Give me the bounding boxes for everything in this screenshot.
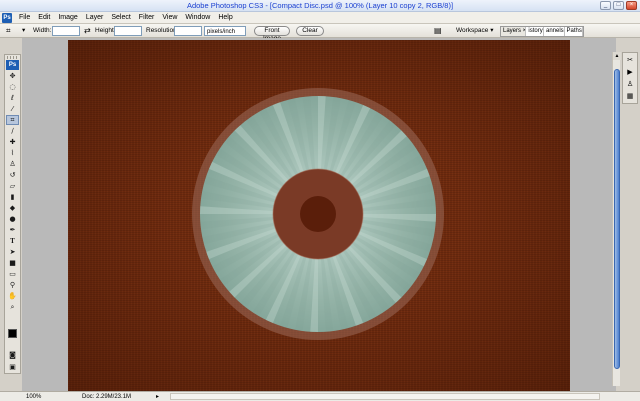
- rectangle-icon[interactable]: ■: [6, 258, 19, 268]
- title-bar: Adobe Photoshop CS3 - [Compact Disc.psd …: [0, 0, 640, 12]
- blur-icon[interactable]: ◆: [6, 203, 19, 213]
- vertical-scrollbar[interactable]: ▲: [612, 52, 621, 386]
- tools-photoshop-logo: Ps: [6, 60, 19, 70]
- healing-brush-icon[interactable]: ✚: [6, 137, 19, 147]
- tools-grip[interactable]: [7, 56, 18, 59]
- menu-image[interactable]: Image: [54, 13, 81, 23]
- gradient-icon[interactable]: ▮: [6, 192, 19, 202]
- swap-icon[interactable]: ⇄: [84, 26, 91, 36]
- height-input[interactable]: [114, 26, 142, 36]
- screen-mode-icon[interactable]: ▣: [6, 362, 19, 372]
- dodge-icon[interactable]: ●: [6, 214, 19, 224]
- palette-well-icon[interactable]: ▤: [434, 26, 448, 36]
- brushes-icon[interactable]: ▦: [624, 91, 636, 101]
- menu-bar: Ps File Edit Image Layer Select Filter V…: [0, 12, 640, 24]
- menu-filter[interactable]: Filter: [135, 13, 159, 23]
- menu-layer[interactable]: Layer: [82, 13, 108, 23]
- photoshop-logo: Ps: [2, 13, 12, 23]
- clear-button[interactable]: Clear: [296, 26, 324, 36]
- resolution-unit-select[interactable]: pixels/inch: [204, 26, 246, 36]
- clone-source-icon[interactable]: ♙: [624, 79, 636, 89]
- window-controls: _ □ ×: [600, 1, 637, 10]
- menu-edit[interactable]: Edit: [34, 13, 54, 23]
- close-button[interactable]: ×: [626, 1, 637, 10]
- options-bar: ⌗ ▾ Width: ⇄ Height: Resolution: pixels/…: [0, 24, 640, 42]
- height-label: Height:: [95, 27, 116, 34]
- width-label: Width:: [33, 27, 52, 34]
- tools-panel: Ps ✥ ◌ ℓ ⁄ ⌗ ∕ ✚ ⌇ ♙ ↺ ▱ ▮ ◆ ● ✒ T ➤ ■ ▭…: [4, 54, 21, 374]
- quick-mask-icon[interactable]: ◙: [6, 350, 19, 360]
- history-brush-icon[interactable]: ↺: [6, 170, 19, 180]
- crop-icon[interactable]: ⌗: [6, 115, 19, 125]
- status-bar: 100% Doc: 2.29M/23.1M ▸: [0, 391, 640, 401]
- menu-view[interactable]: View: [158, 13, 181, 23]
- workspace-menu[interactable]: Workspace ▾: [456, 26, 493, 36]
- move-icon[interactable]: ✥: [6, 71, 19, 81]
- minimize-button[interactable]: _: [600, 1, 611, 10]
- type-icon[interactable]: T: [6, 236, 19, 246]
- notes-icon[interactable]: ▭: [6, 269, 19, 279]
- tools-preset-icon[interactable]: ✂: [624, 55, 636, 65]
- tab-paths[interactable]: Paths: [565, 27, 584, 36]
- lasso-icon[interactable]: ℓ: [6, 93, 19, 103]
- zoom-icon[interactable]: ⌕: [6, 302, 19, 312]
- horizontal-scrollbar[interactable]: [170, 393, 600, 400]
- window-title: Adobe Photoshop CS3 - [Compact Disc.psd …: [186, 1, 454, 10]
- actions-icon[interactable]: ▶: [624, 67, 636, 77]
- path-selection-icon[interactable]: ➤: [6, 247, 19, 257]
- tool-preset-arrow-icon[interactable]: ▾: [22, 26, 25, 36]
- zoom-level[interactable]: 100%: [26, 393, 41, 401]
- panel-dock: ✂ ▶ ♙ ▦: [622, 52, 638, 104]
- width-input[interactable]: [52, 26, 80, 36]
- menu-window[interactable]: Window: [181, 13, 214, 23]
- scroll-up-icon[interactable]: ▲: [613, 52, 621, 60]
- menu-help[interactable]: Help: [214, 13, 236, 23]
- hand-icon[interactable]: ✋: [6, 291, 19, 301]
- panel-tabs: Layers × istory annels Paths: [500, 26, 584, 37]
- eraser-icon[interactable]: ▱: [6, 181, 19, 191]
- magic-wand-icon[interactable]: ⁄: [6, 104, 19, 114]
- brush-icon[interactable]: ⌇: [6, 148, 19, 158]
- crop-tool-preset-icon[interactable]: ⌗: [6, 26, 18, 36]
- menu-file[interactable]: File: [15, 13, 34, 23]
- disc-center-hole: [300, 196, 336, 232]
- tab-channels[interactable]: annels: [544, 27, 565, 36]
- marquee-icon[interactable]: ◌: [6, 82, 19, 92]
- maximize-button[interactable]: □: [613, 1, 624, 10]
- compact-disc-artwork: [192, 88, 444, 340]
- pen-icon[interactable]: ✒: [6, 225, 19, 235]
- slice-icon[interactable]: ∕: [6, 126, 19, 136]
- foreground-color-swatch[interactable]: [8, 329, 17, 338]
- eyedropper-icon[interactable]: ⚲: [6, 280, 19, 290]
- doc-size: Doc: 2.29M/23.1M: [82, 394, 132, 400]
- tab-layers[interactable]: Layers ×: [501, 27, 527, 36]
- status-menu-arrow-icon[interactable]: ▸: [156, 393, 159, 401]
- menu-select[interactable]: Select: [107, 13, 134, 23]
- resolution-input[interactable]: [174, 26, 202, 36]
- scroll-thumb[interactable]: [614, 69, 620, 369]
- tab-history[interactable]: istory: [526, 27, 544, 36]
- clone-stamp-icon[interactable]: ♙: [6, 159, 19, 169]
- front-image-button[interactable]: Front Image: [254, 26, 290, 42]
- document-canvas[interactable]: [68, 40, 570, 391]
